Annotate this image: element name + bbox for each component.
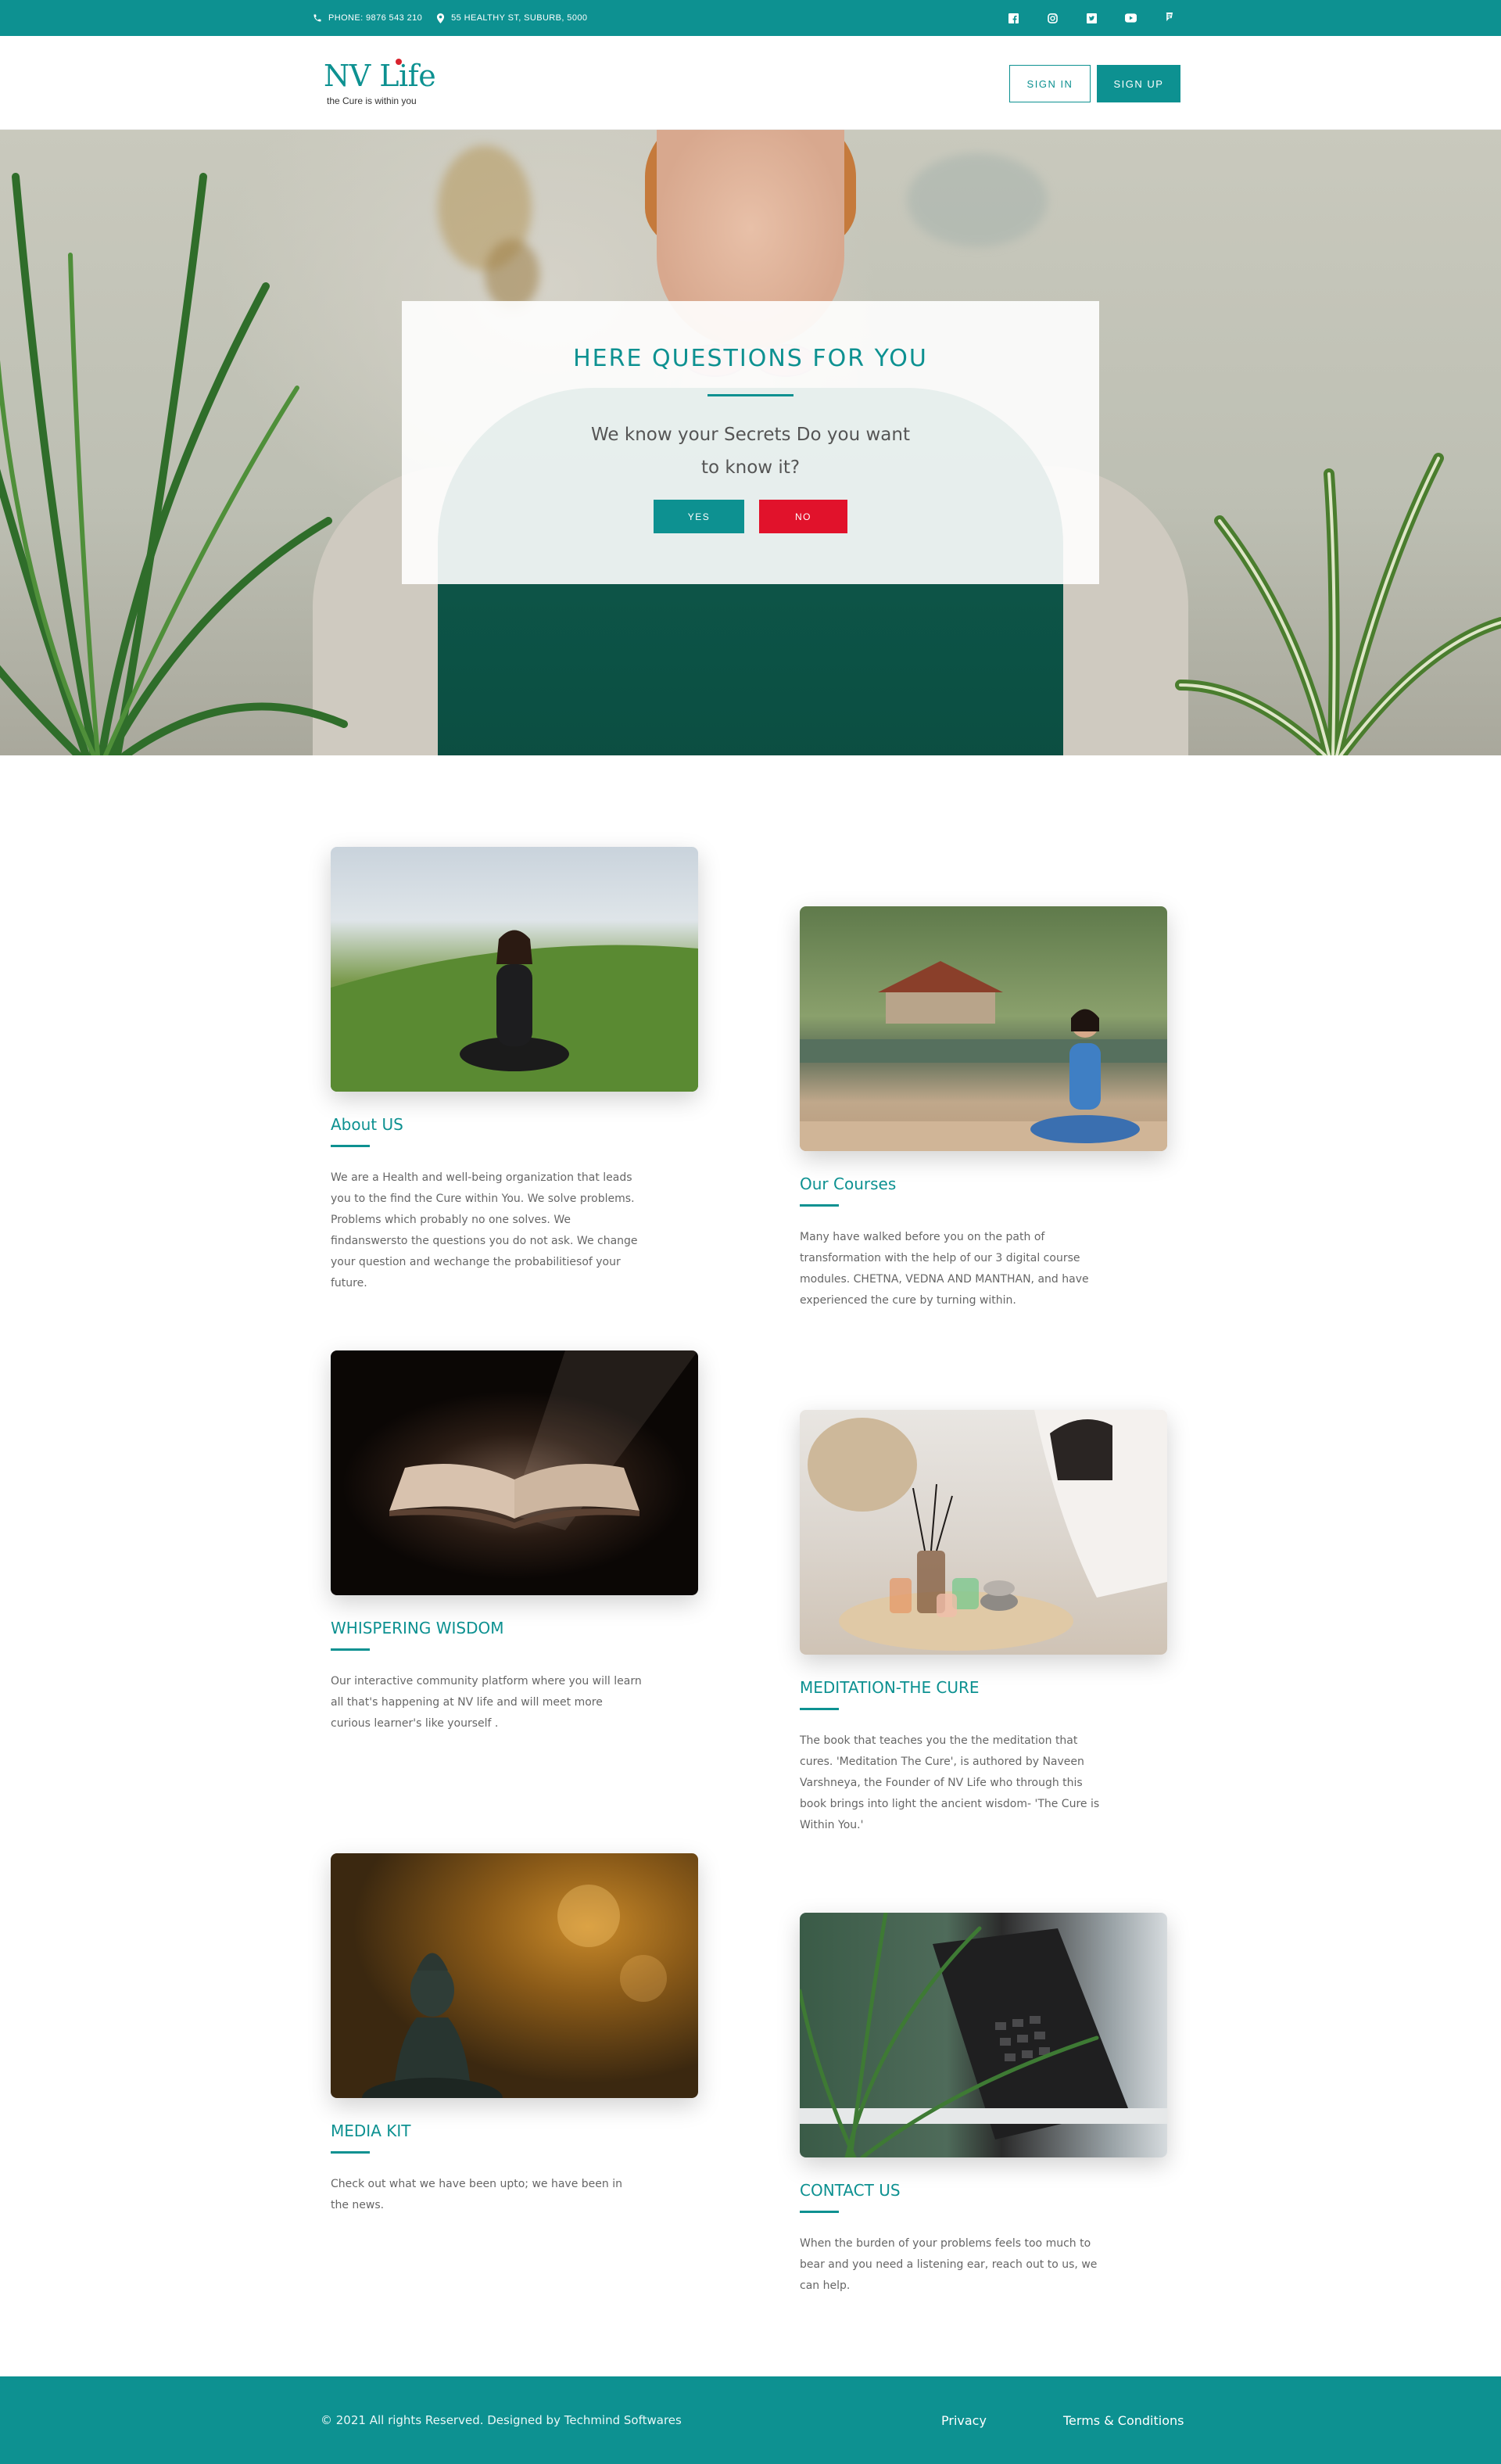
buddha-statue-graphic [362,1885,667,2098]
card-image[interactable] [331,1350,698,1595]
desk-phone-graphic [800,1913,1167,2157]
card-image[interactable] [800,1410,1167,1655]
instagram-icon[interactable] [1046,12,1059,24]
no-button[interactable]: NO [759,500,847,533]
foursquare-icon[interactable] [1163,12,1176,24]
card-title[interactable]: MEDIA KIT [331,2121,698,2140]
card-text: Our interactive community platform where… [331,1675,642,1730]
card-our-courses: Our Courses Many have walked before you … [800,906,1167,1311]
card-title[interactable]: MEDITATION-THE CURE [800,1678,1167,1697]
card-title[interactable]: Our Courses [800,1175,1167,1193]
contact-info: PHONE: 9876 543 210 55 HEALTHY ST, SUBUR… [313,0,601,36]
address-item: 55 HEALTHY ST, SUBURB, 5000 [436,13,587,23]
card-text: The book that teaches you the the medita… [800,1734,1100,1831]
card-title[interactable]: WHISPERING WISDOM [331,1619,698,1637]
phone-item: PHONE: 9876 543 210 [313,13,422,23]
title-divider [800,1204,839,1207]
card-whispering-wisdom: WHISPERING WISDOM Our interactive commun… [331,1350,698,1734]
card-about-us: About US We are a Health and well-being … [331,847,698,1294]
title-divider [331,1648,370,1651]
card-meditation-the-cure: MEDITATION-THE CURE The book that teache… [800,1410,1167,1836]
park-meditation-graphic [800,961,1167,1151]
card-text: Many have walked before you on the path … [800,1231,1089,1307]
top-bar: PHONE: 9876 543 210 55 HEALTHY ST, SUBUR… [0,0,1501,36]
wall-stain [485,239,539,310]
hero-banner: HERE QUESTIONS FOR YOU We know your Secr… [0,130,1501,755]
question-card: HERE QUESTIONS FOR YOU We know your Secr… [402,301,1099,584]
sign-in-button[interactable]: SIGN IN [1009,65,1091,102]
sign-up-button[interactable]: SIGN UP [1097,65,1180,102]
site-logo[interactable]: NV Life the Cure is within you [324,59,436,106]
logo-tagline: the Cure is within you [327,95,417,106]
card-image[interactable] [800,906,1167,1151]
wall-stain [907,153,1048,247]
card-contact-us: CONTACT US When the burden of your probl… [800,1913,1167,2297]
copyright-text: © 2021 All rights Reserved. Designed by … [321,2413,682,2427]
card-title[interactable]: About US [331,1115,698,1134]
facebook-icon[interactable] [1007,12,1019,24]
address-text: 55 HEALTHY ST, SUBURB, 5000 [451,13,588,23]
meditating-woman-graphic [331,930,698,1092]
youtube-icon[interactable] [1124,12,1137,24]
map-pin-icon [437,13,445,23]
phone-icon [313,14,321,22]
card-image[interactable] [331,847,698,1092]
feature-cards: About US We are a Health and well-being … [0,755,1501,2376]
terms-link[interactable]: Terms & Conditions [1063,2376,1184,2464]
privacy-link[interactable]: Privacy [941,2376,987,2464]
card-text: Check out what we have been upto; we hav… [331,2178,622,2211]
plant-left [0,173,348,755]
card-image[interactable] [331,1853,698,2098]
title-divider [331,2151,370,2154]
card-text: When the burden of your problems feels t… [800,2237,1098,2292]
open-book-graphic [389,1350,698,1530]
card-image[interactable] [800,1913,1167,2157]
logo-text: NV Life [324,59,436,93]
site-footer: © 2021 All rights Reserved. Designed by … [0,2376,1501,2464]
title-divider [800,2211,839,2213]
phone-text: PHONE: 9876 543 210 [328,13,423,23]
card-media-kit: MEDIA KIT Check out what we have been up… [331,1853,698,2216]
yes-button[interactable]: YES [654,500,744,533]
plant-right [1175,453,1501,755]
site-header: NV Life the Cure is within you SIGN IN S… [0,36,1501,130]
card-title[interactable]: CONTACT US [800,2181,1167,2200]
twitter-icon[interactable] [1085,12,1098,24]
title-divider [800,1708,839,1710]
candles-graphic [808,1410,1167,1651]
title-divider [331,1145,370,1147]
social-links [1007,0,1176,36]
hero-text: We know your Secrets Do you want to know… [591,425,910,478]
answer-buttons: YES NO [402,500,1099,533]
title-divider [708,394,793,396]
hero-title: HERE QUESTIONS FOR YOU [573,345,928,372]
card-text: We are a Health and well-being organizat… [331,1171,638,1289]
